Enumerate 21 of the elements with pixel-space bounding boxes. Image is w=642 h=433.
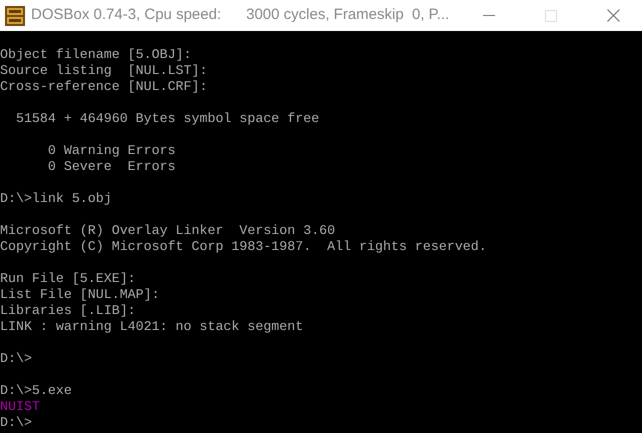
console-line: D:\>link 5.obj [0,191,112,206]
console-line: Source listing [NUL.LST]: [0,63,208,78]
console-line: 0 Warning Errors [46,143,176,158]
console-line: LINK : warning L4021: no stack segment [0,319,304,334]
window-title: DOSBox 0.74-3, Cpu speed: 3000 cycles, Frameskip 0, P... [31,5,450,26]
console-line: D:\> [0,351,32,366]
console-line: D:\>5.exe [0,383,72,398]
console-line: Microsoft (R) Overlay Linker Version 3.60 [0,223,336,238]
console-line: Copyright (C) Microsoft Corp 1983-1987. All rights reserved. [0,239,487,254]
console-line: Libraries [.LIB]: [0,303,136,318]
close-icon[interactable] [607,9,620,22]
console-line: List File [NUL.MAP]: [0,287,160,302]
console-line: Object filename [5.OBJ]: [0,47,192,62]
console-line: Run File [5.EXE]: [0,271,136,286]
console-line: 51584 + 464960 Bytes symbol space free [14,111,320,126]
app-logo-icon [5,6,25,26]
maximize-icon [545,10,557,22]
console-line: Cross-reference [NUL.CRF]: [0,79,208,94]
console-line: NUIST [0,399,40,414]
console-line: 0 Severe Errors [46,159,176,174]
console-line: D:\> [0,415,32,430]
